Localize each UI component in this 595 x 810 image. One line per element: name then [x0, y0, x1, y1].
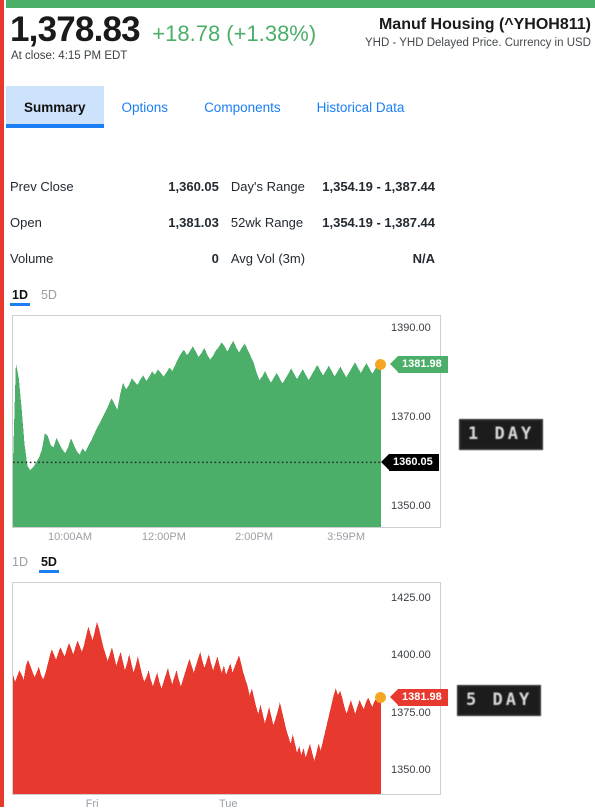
chart-one-day-last-price-text: 1381.98	[402, 358, 442, 371]
quote-header: 1,378.83 +18.78 (+1.38%) At close: 4:15 …	[10, 10, 591, 70]
security-block: Manuf Housing (^YHOH811) YHD - YHD Delay…	[365, 16, 591, 49]
avg-vol-label: Avg Vol (3m)	[230, 250, 306, 266]
tab-options[interactable]: Options	[104, 86, 187, 128]
chart-one-day-last-price-flag: 1381.98	[390, 356, 448, 374]
chart-one-day[interactable]	[12, 315, 441, 528]
chart-five-day-x-tick: Fri	[85, 798, 99, 810]
last-price: 1,378.83	[10, 10, 141, 49]
52wk-range-label: 52wk Range	[230, 214, 304, 230]
price-change: +18.78 (+1.38%)	[152, 21, 317, 46]
chart-five-day-y-tick: 1400.00	[391, 649, 431, 662]
chart-one-day-x-tick: 12:00PM	[141, 531, 186, 543]
chart-five-day-last-price-text: 1381.98	[402, 691, 442, 704]
quote-summary-table: Prev Close 1,360.05 Day's Range 1,354.19…	[10, 168, 435, 276]
tab-components-label: Components	[204, 99, 281, 115]
52wk-range-value: 1,354.19 - 1,387.44	[322, 214, 436, 230]
chart-one-day-prev-close-flag: 1360.05	[381, 453, 439, 471]
table-row: Prev Close 1,360.05 Day's Range 1,354.19…	[10, 168, 435, 204]
range-option-5d-secondary[interactable]: 5D	[38, 555, 59, 573]
chart-five-day-area	[13, 621, 381, 794]
chart-five-day-x-tick: Tue	[218, 798, 238, 810]
days-range-value: 1,354.19 - 1,387.44	[322, 178, 436, 194]
chart-five-day-last-price-flag: 1381.98	[390, 689, 448, 707]
market-status: At close: 4:15 PM EDT	[11, 50, 128, 62]
prev-close-label: Prev Close	[10, 178, 74, 194]
tab-summary[interactable]: Summary	[6, 86, 104, 128]
volume-value: 0	[211, 250, 219, 266]
chart-one-day-x-tick: 10:00AM	[48, 531, 93, 543]
open-label: Open	[10, 214, 42, 230]
range-option-1d[interactable]: 1D	[10, 288, 30, 306]
tab-historical-data-label: Historical Data	[316, 99, 405, 115]
security-subtitle: YHD - YHD Delayed Price. Currency in USD	[364, 37, 591, 49]
table-row: Open 1,381.03 52wk Range 1,354.19 - 1,38…	[10, 204, 435, 240]
chart-one-day-y-tick: 1390.00	[391, 322, 431, 335]
days-range-label: Day's Range	[230, 178, 305, 194]
avg-vol-value: N/A	[412, 250, 436, 266]
tab-options-label: Options	[121, 99, 169, 115]
range-selector-chart-five-day: 1D 5D	[12, 553, 59, 573]
price-block: 1,378.83 +18.78 (+1.38%)	[10, 10, 316, 50]
nav-tabs: Summary Options Components Historical Da…	[6, 86, 422, 128]
watermark-5-day: 5 DAY	[457, 685, 542, 716]
chart-five-day-y-tick: 1425.00	[391, 592, 431, 605]
table-row: Volume 0 Avg Vol (3m) N/A	[10, 240, 435, 276]
chart-five-day-y-tick: 1350.00	[391, 764, 431, 777]
chart-one-day-y-tick: 1370.00	[391, 411, 431, 424]
chart-one-day-x-tick: 2:00PM	[235, 531, 273, 543]
tab-summary-label: Summary	[24, 99, 86, 115]
range-option-5d[interactable]: 5D	[41, 288, 57, 306]
chart-one-day-prev-close-text: 1360.05	[393, 455, 433, 468]
security-name: Manuf Housing (^YHOH811)	[378, 16, 591, 33]
tab-historical-data[interactable]: Historical Data	[299, 86, 423, 128]
tab-components[interactable]: Components	[186, 86, 299, 128]
chart-five-day-y-tick: 1375.00	[391, 706, 431, 719]
chart-five-day[interactable]	[12, 582, 441, 795]
range-selector-chart-one-day: 1D 5D	[10, 286, 57, 306]
chart-five-day-plot	[13, 583, 381, 794]
chart-one-day-area	[13, 340, 381, 527]
open-value: 1,381.03	[168, 214, 219, 230]
top-accent-bar	[6, 0, 595, 8]
chart-one-day-plot	[13, 316, 381, 527]
watermark-1-day: 1 DAY	[459, 419, 544, 450]
chart-one-day-x-tick: 3:59PM	[327, 531, 365, 543]
range-option-1d-secondary[interactable]: 1D	[12, 555, 28, 573]
volume-label: Volume	[10, 250, 54, 266]
prev-close-value: 1,360.05	[168, 178, 219, 194]
left-accent-stripe	[0, 0, 4, 807]
chart-one-day-y-tick: 1350.00	[391, 500, 431, 512]
